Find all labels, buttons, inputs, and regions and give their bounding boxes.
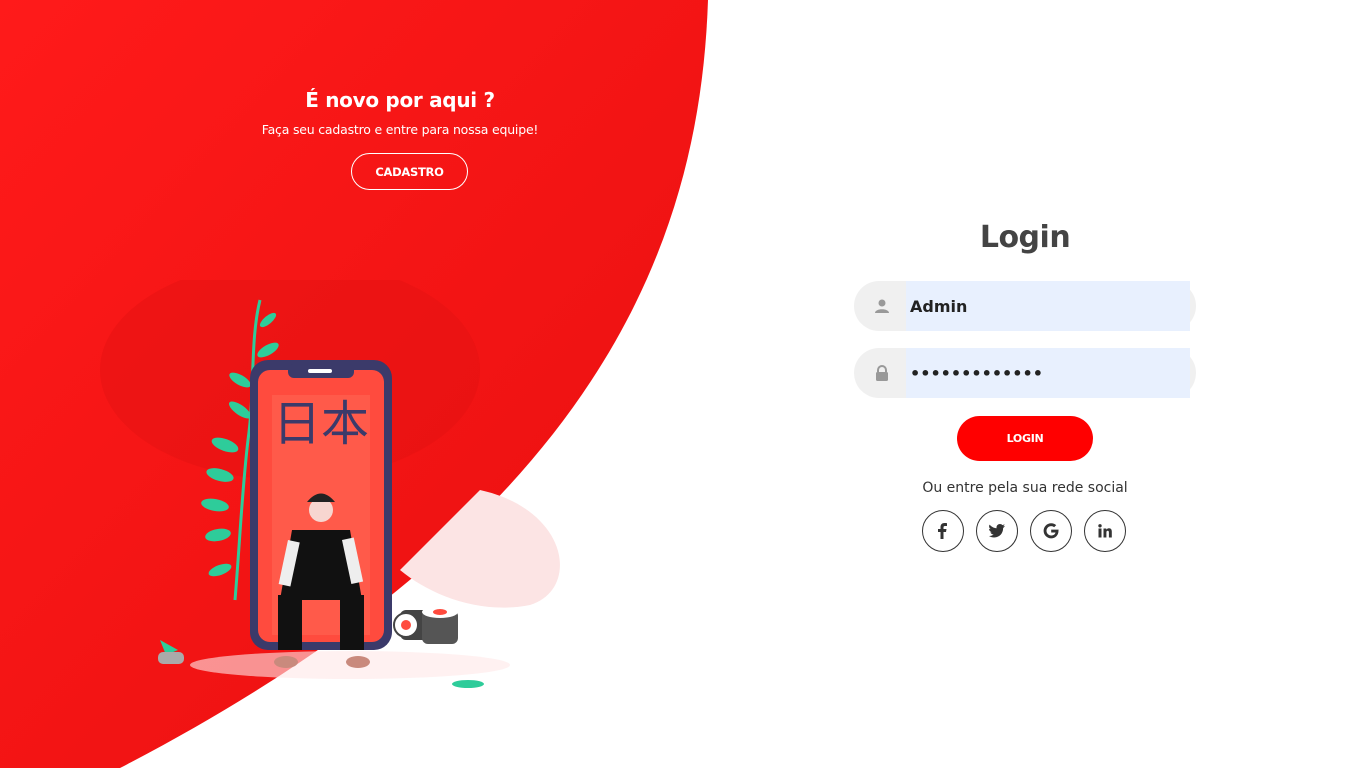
user-icon [854, 281, 909, 331]
google-icon[interactable] [1030, 510, 1072, 552]
login-page: É novo por aqui ? Faça seu cadastro e en… [0, 0, 1366, 768]
social-buttons [922, 510, 1132, 552]
facebook-icon[interactable] [922, 510, 964, 552]
signup-button[interactable]: CADASTRO [351, 153, 468, 190]
login-form: Login LOGIN Ou entre pela sua rede socia… [854, 220, 1196, 552]
linkedin-icon[interactable] [1084, 510, 1126, 552]
lock-icon [854, 348, 909, 398]
login-title: Login [979, 220, 1071, 255]
password-field [854, 348, 1196, 398]
username-field [854, 281, 1196, 331]
kanji-text: 日本 [273, 396, 369, 452]
twitter-icon[interactable] [976, 510, 1018, 552]
signup-promo: É novo por aqui ? Faça seu cadastro e en… [210, 88, 610, 190]
login-button[interactable]: LOGIN [957, 416, 1093, 461]
username-input[interactable] [906, 281, 1190, 331]
password-input[interactable] [906, 348, 1190, 398]
sushi-chef-illustration: 日本 [100, 280, 560, 688]
promo-subtitle: Faça seu cadastro e entre para nossa equ… [261, 122, 539, 137]
social-login-text: Ou entre pela sua rede social [922, 480, 1128, 496]
promo-title: É novo por aqui ? [305, 88, 495, 112]
